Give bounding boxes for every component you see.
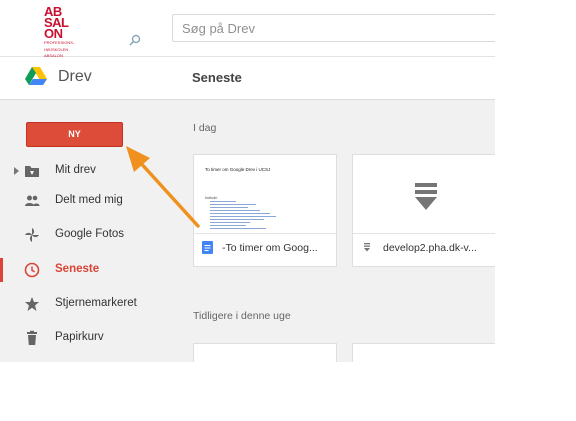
annotation-arrow xyxy=(126,146,200,228)
screenshot-frame: AB SAL ON PROFESSIONS- HØJSKOLEN ABSALON… xyxy=(0,0,495,362)
